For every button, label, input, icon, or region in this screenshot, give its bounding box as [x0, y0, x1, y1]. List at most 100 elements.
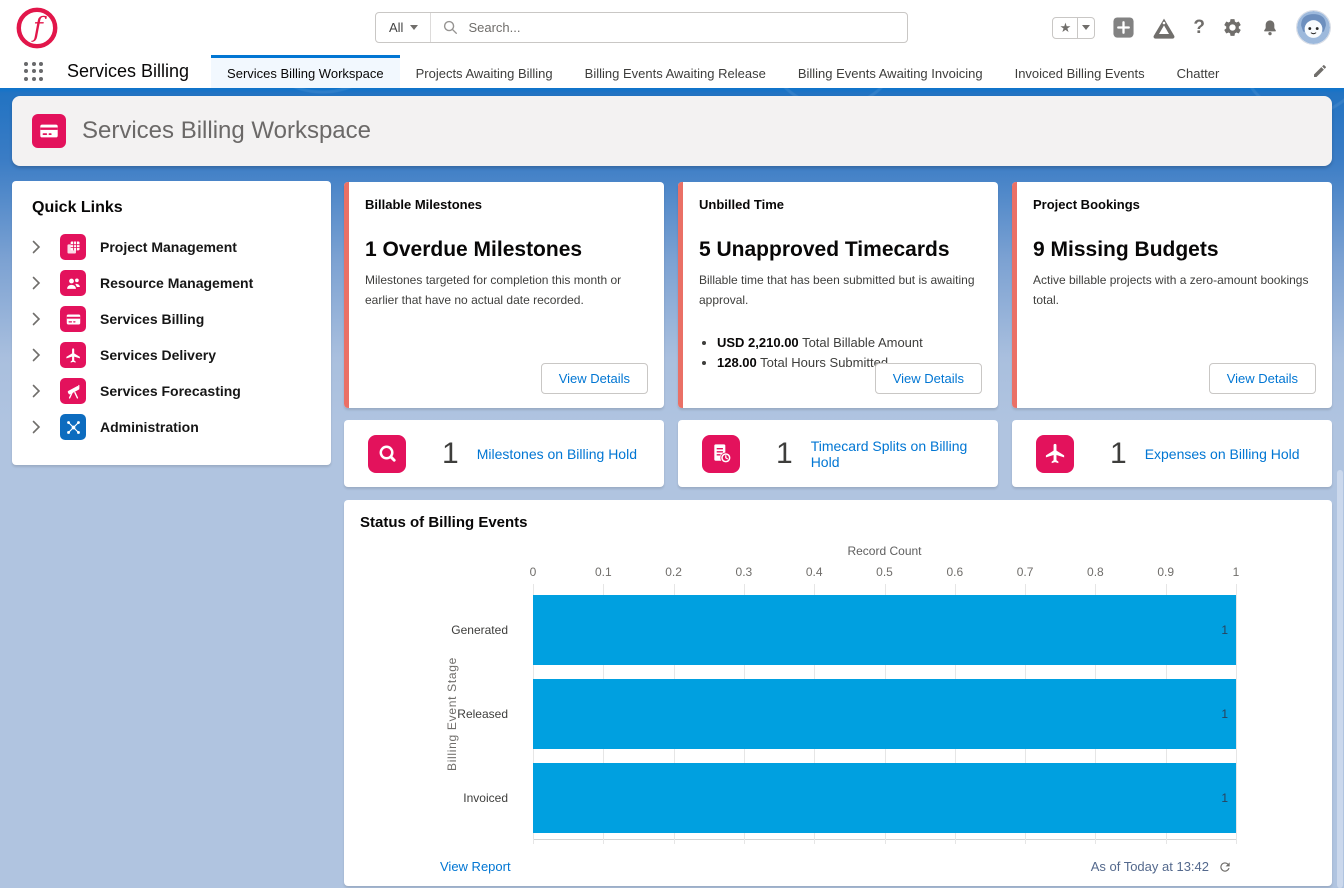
app-launcher-icon[interactable] [24, 62, 44, 82]
header-utility-icons: ★ ? [1052, 0, 1330, 55]
sidebar-item-administration[interactable]: Administration [32, 409, 313, 445]
notifications-bell-icon[interactable] [1260, 18, 1280, 38]
chart-x-ticks: 00.10.20.30.40.50.60.70.80.91 [533, 565, 1236, 580]
quick-link-label: Resource Management [100, 275, 253, 291]
x-tick-label: 0 [530, 565, 537, 579]
search-scope-selector[interactable]: All [376, 13, 431, 42]
quick-link-label: Services Delivery [100, 347, 216, 363]
timecard-hold-icon [702, 435, 740, 473]
quick-links-title: Quick Links [32, 199, 313, 217]
sidebar-item-services-delivery[interactable]: Services Delivery [32, 337, 313, 373]
milestones-hold-link[interactable]: Milestones on Billing Hold [477, 446, 637, 462]
guidance-center-icon[interactable] [1152, 16, 1176, 40]
hold-count: 1 [1110, 437, 1127, 471]
quick-links-panel: Quick Links Project Management [12, 181, 331, 465]
category-label: Invoiced [344, 756, 520, 840]
gridline [1236, 584, 1237, 844]
search-field [431, 13, 907, 42]
scrollbar[interactable] [1337, 470, 1343, 888]
tab-billing-events-awaiting-invoicing[interactable]: Billing Events Awaiting Invoicing [782, 55, 999, 88]
services-billing-icon [60, 306, 86, 332]
x-tick-label: 0.8 [1087, 565, 1104, 579]
quick-link-label: Project Management [100, 239, 237, 255]
chevron-right-icon[interactable] [32, 348, 44, 362]
chevron-right-icon[interactable] [32, 384, 44, 398]
quick-link-label: Administration [100, 419, 199, 435]
billing-entity-icon [32, 114, 66, 148]
quick-link-label: Services Forecasting [100, 383, 241, 399]
favorites-control: ★ [1052, 17, 1095, 39]
administration-icon [60, 414, 86, 440]
global-header: f All ★ [0, 0, 1344, 55]
sidebar-item-services-billing[interactable]: Services Billing [32, 301, 313, 337]
metric-item: USD 2,210.00 Total Billable Amount [717, 335, 982, 350]
x-tick-label: 0.2 [665, 565, 682, 579]
chevron-down-icon [410, 25, 418, 30]
sidebar-item-resource-management[interactable]: Resource Management [32, 265, 313, 301]
chart-footer: View Report As of Today at 13:42 [440, 859, 1232, 874]
services-billing-dashboard: f All ★ [0, 0, 1344, 888]
search-input[interactable] [468, 20, 895, 35]
view-details-button[interactable]: View Details [1209, 363, 1316, 394]
card-headline: 5 Unapproved Timecards [699, 238, 982, 262]
svg-text:f: f [31, 13, 47, 44]
search-scope-label: All [389, 20, 403, 35]
sidebar-item-project-management[interactable]: Project Management [32, 229, 313, 265]
page-title: Services Billing Workspace [82, 117, 371, 145]
project-management-icon [60, 234, 86, 260]
tab-services-billing-workspace[interactable]: Services Billing Workspace [211, 55, 400, 88]
timecard-splits-hold-link[interactable]: Timecard Splits on Billing Hold [811, 438, 998, 470]
billing-hold-row: 1 Milestones on Billing Hold 1 Timecard … [344, 420, 1332, 487]
view-details-button[interactable]: View Details [875, 363, 982, 394]
card-headline: 1 Overdue Milestones [365, 238, 648, 262]
expenses-hold-card: 1 Expenses on Billing Hold [1012, 420, 1332, 487]
card-accent-stripe [678, 182, 683, 408]
global-actions-plus-icon[interactable] [1112, 16, 1135, 39]
tab-invoiced-billing-events[interactable]: Invoiced Billing Events [999, 55, 1161, 88]
milestones-hold-card: 1 Milestones on Billing Hold [344, 420, 664, 487]
chevron-right-icon[interactable] [32, 312, 44, 326]
tab-billing-events-awaiting-release[interactable]: Billing Events Awaiting Release [569, 55, 782, 88]
refresh-icon[interactable] [1218, 860, 1232, 874]
chevron-right-icon[interactable] [32, 240, 44, 254]
card-description: Billable time that has been submitted bu… [699, 271, 982, 311]
services-forecasting-icon [60, 378, 86, 404]
tab-chatter[interactable]: Chatter [1161, 55, 1236, 88]
chart-plot: 1 1 1 [533, 588, 1236, 840]
favorites-dropdown-icon[interactable] [1078, 17, 1095, 39]
view-report-link[interactable]: View Report [440, 859, 511, 874]
milestone-hold-icon [368, 435, 406, 473]
x-tick-label: 0.3 [736, 565, 753, 579]
chart-x-axis-title: Record Count [533, 544, 1236, 558]
dashboard-content: Services Billing Workspace Quick Links P… [0, 88, 1344, 888]
tab-projects-awaiting-billing[interactable]: Projects Awaiting Billing [400, 55, 569, 88]
expenses-hold-link[interactable]: Expenses on Billing Hold [1145, 446, 1300, 462]
search-icon [443, 20, 458, 35]
chevron-right-icon[interactable] [32, 420, 44, 434]
favorites-star-icon[interactable]: ★ [1052, 17, 1078, 39]
billable-milestones-card: Billable Milestones 1 Overdue Milestones… [344, 182, 664, 408]
bar-released[interactable]: 1 [533, 679, 1236, 749]
setup-gear-icon[interactable] [1222, 17, 1243, 38]
bar-invoiced[interactable]: 1 [533, 763, 1236, 833]
edit-navigation-pencil-icon[interactable] [1312, 63, 1328, 84]
app-navigation-bar: Services Billing Services Billing Worksp… [0, 55, 1344, 88]
chart-category-labels: GeneratedReleasedInvoiced [344, 588, 520, 840]
bar-generated[interactable]: 1 [533, 595, 1236, 665]
bar-value-label: 1 [1221, 595, 1228, 665]
category-label: Released [344, 672, 520, 756]
chevron-right-icon[interactable] [32, 276, 44, 290]
card-accent-stripe [344, 182, 349, 408]
unbilled-time-card: Unbilled Time 5 Unapproved Timecards Bil… [678, 182, 998, 408]
hold-count: 1 [776, 437, 793, 471]
sidebar-item-services-forecasting[interactable]: Services Forecasting [32, 373, 313, 409]
expense-hold-icon [1036, 435, 1074, 473]
card-accent-stripe [1012, 182, 1017, 408]
x-tick-label: 0.7 [1017, 565, 1034, 579]
view-details-button[interactable]: View Details [541, 363, 648, 394]
user-avatar[interactable] [1297, 11, 1330, 44]
chart-as-of: As of Today at 13:42 [1091, 859, 1232, 874]
summary-cards-row: Billable Milestones 1 Overdue Milestones… [344, 182, 1332, 408]
help-icon[interactable]: ? [1193, 17, 1205, 39]
card-title: Billable Milestones [365, 197, 648, 212]
